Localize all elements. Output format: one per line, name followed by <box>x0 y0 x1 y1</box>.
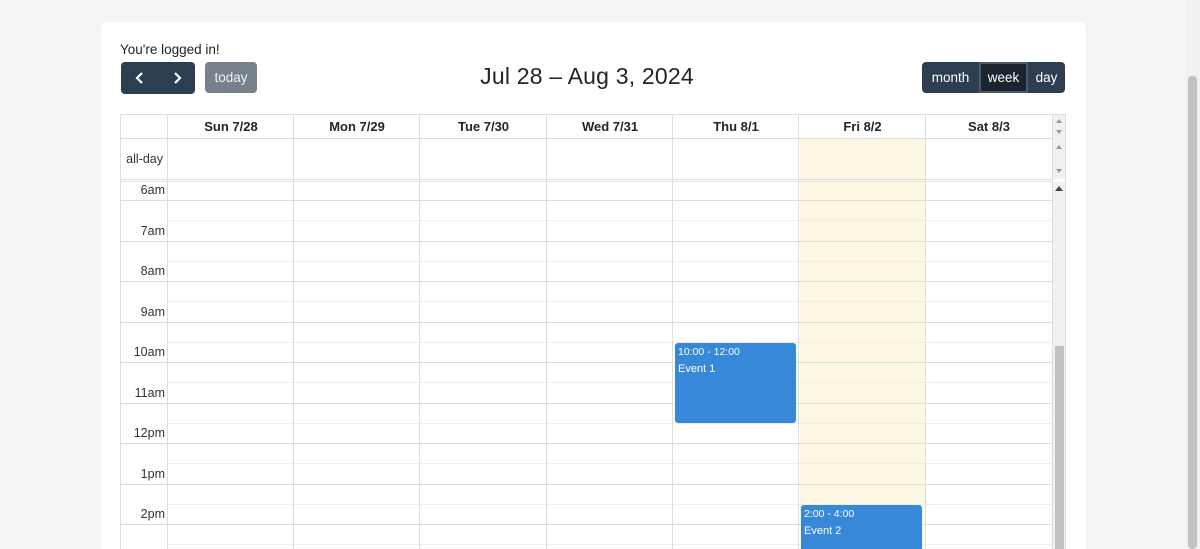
day-view-button[interactable]: day <box>1028 62 1065 93</box>
today-button[interactable]: today <box>205 62 257 93</box>
event-time: 10:00 - 12:00 <box>678 346 740 358</box>
prev-button[interactable] <box>121 62 158 94</box>
chevron-left-icon <box>134 72 143 84</box>
day-header-thu: Thu 8/1 <box>713 119 759 134</box>
day-header-tue: Tue 7/30 <box>457 119 510 134</box>
time-label-8am: 8am <box>140 264 165 278</box>
day-header-sat: Sat 8/3 <box>968 119 1010 134</box>
scroll-down-arrow-icon[interactable] <box>1056 130 1062 134</box>
time-label-11am: 11am <box>134 386 165 400</box>
scroll-up-arrow-icon[interactable] <box>1055 186 1063 191</box>
week-view-button[interactable]: week <box>979 62 1028 93</box>
login-status-text: You're logged in! <box>120 42 220 57</box>
time-grid-scrollbar-thumb[interactable] <box>1055 346 1064 549</box>
page-scrollbar-thumb[interactable] <box>1188 76 1197 549</box>
time-label-10am: 10am <box>133 345 165 359</box>
view-switcher: month week day <box>922 62 1065 93</box>
time-label-7am: 7am <box>140 224 165 238</box>
time-label-12pm: 12pm <box>133 426 165 440</box>
day-header-wed: Wed 7/31 <box>581 119 639 134</box>
day-header-mon: Mon 7/29 <box>329 119 385 134</box>
calendar-event[interactable]: 2:00 - 4:00 Event 2 <box>801 505 922 549</box>
event-title: Event 2 <box>804 525 842 537</box>
next-button[interactable] <box>158 62 195 94</box>
event-time: 2:00 - 4:00 <box>804 508 855 520</box>
chevron-right-icon <box>173 72 182 84</box>
scroll-down-arrow-icon[interactable] <box>1056 169 1062 173</box>
time-label-9am: 9am <box>140 305 165 319</box>
time-label-2pm: 2pm <box>140 507 165 521</box>
week-time-grid: Sun 7/28 Mon 7/29 Tue 7/30 Wed 7/31 Thu … <box>120 114 1066 549</box>
calendar-event[interactable]: 10:00 - 12:00 Event 1 <box>675 343 796 423</box>
time-label-6am: 6am <box>140 183 165 197</box>
month-view-button[interactable]: month <box>922 62 979 93</box>
calendar-title: Jul 28 – Aug 3, 2024 <box>480 63 694 89</box>
scroll-up-arrow-icon[interactable] <box>1056 119 1062 123</box>
prev-next-button-group <box>121 62 195 94</box>
all-day-label: all-day <box>126 152 163 166</box>
scroll-up-arrow-icon[interactable] <box>1056 145 1062 149</box>
time-label-1pm: 1pm <box>140 467 165 481</box>
day-header-fri: Fri 8/2 <box>843 119 882 134</box>
day-header-sun: Sun 7/28 <box>204 119 258 134</box>
event-title: Event 1 <box>678 363 716 375</box>
